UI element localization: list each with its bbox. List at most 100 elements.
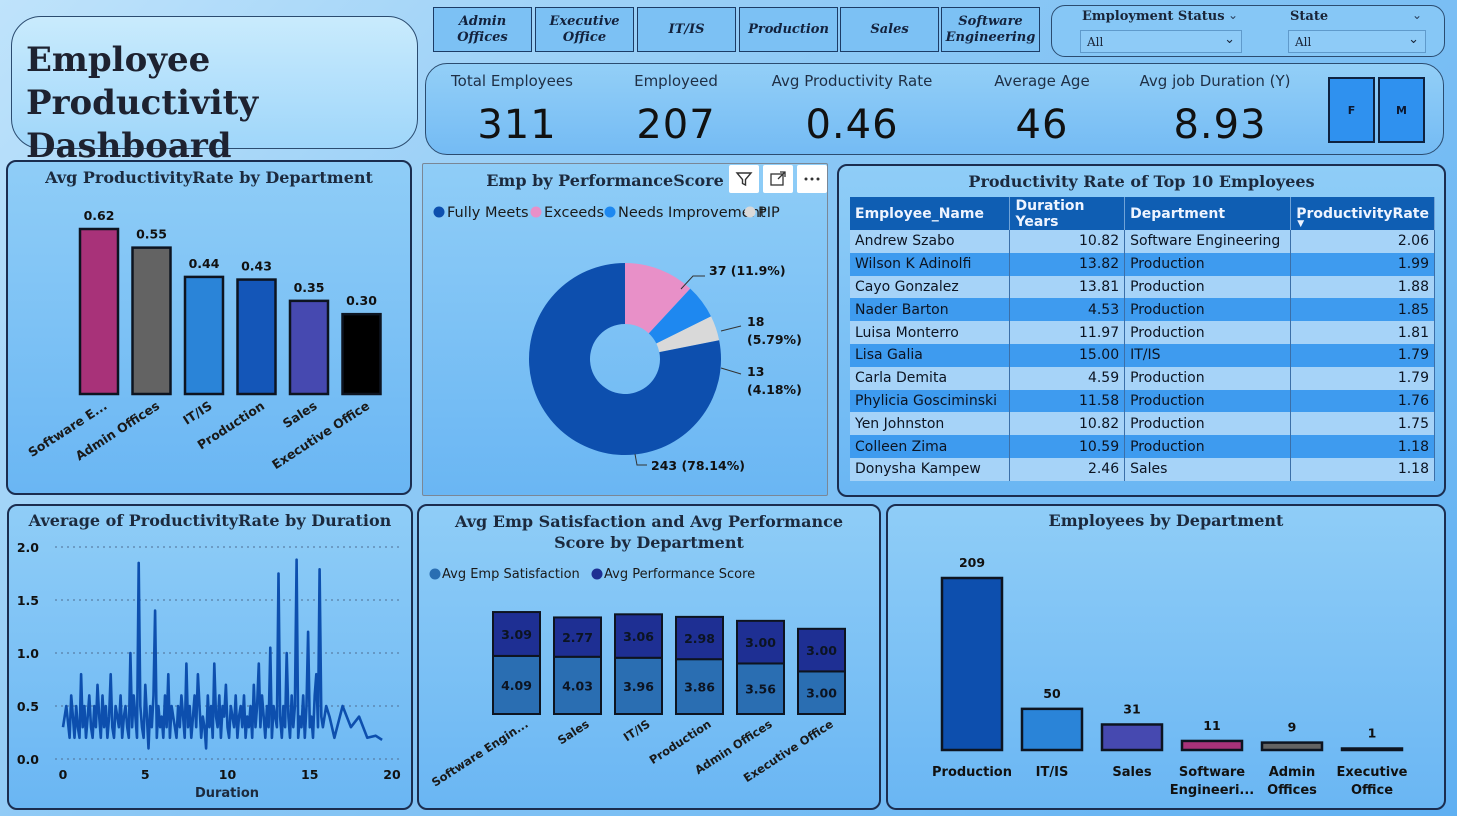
legend-marker — [429, 568, 441, 580]
slice-label: (5.79%) — [747, 332, 802, 347]
state-select[interactable]: All ⌄ — [1288, 30, 1426, 53]
chevron-down-icon[interactable]: ⌄ — [1228, 8, 1238, 22]
col-header-duration[interactable]: Duration Years — [1009, 197, 1126, 230]
cell-productivity: 1.79 — [1290, 343, 1435, 367]
data-label: 0.35 — [294, 280, 325, 295]
cell-productivity: 1.18 — [1290, 435, 1435, 458]
data-label: 4.09 — [501, 678, 532, 693]
kpi-value-total-employees: 311 — [477, 102, 557, 148]
table-row[interactable]: Nader Barton 4.53 Production 1.85 — [850, 298, 1435, 322]
table-row[interactable]: Donysha Kampew 2.46 Sales 1.18 — [850, 457, 1435, 481]
table-row[interactable]: Yen Johnston 10.82 Production 1.75 — [850, 412, 1435, 436]
focus-mode-icon[interactable] — [763, 165, 793, 193]
cell-department: Production — [1124, 298, 1292, 322]
y-tick-label: 0.5 — [17, 699, 39, 714]
legend-marker — [744, 206, 756, 218]
cell-employee-name: Colleen Zima — [850, 435, 1011, 458]
category-label: Office — [1351, 783, 1393, 798]
cell-productivity: 2.06 — [1290, 230, 1435, 253]
category-label: Software Engin... — [429, 717, 531, 790]
chart-title: Avg ProductivityRate by Department — [45, 168, 373, 187]
category-label: Engineeri... — [1170, 783, 1254, 798]
table-row[interactable]: Colleen Zima 10.59 Production 1.18 — [850, 435, 1435, 458]
data-label: 3.09 — [501, 627, 532, 642]
slicer-executive-office[interactable]: Executive Office — [535, 7, 634, 52]
employment-status-label: Employment Status — [1082, 9, 1225, 24]
data-label: 50 — [1043, 686, 1061, 701]
col-header-productivity[interactable]: ProductivityRate ▼ — [1290, 197, 1435, 230]
cell-employee-name: Luisa Monterro — [850, 321, 1011, 344]
data-label: 11 — [1203, 718, 1220, 733]
cell-employee-name: Andrew Szabo — [850, 230, 1011, 253]
top10-table: Employee_Name Duration Years Department … — [850, 197, 1435, 481]
category-label: Production — [932, 765, 1012, 780]
avg-productivity-by-dept-panel: Avg ProductivityRate by Department 0.62 S… — [6, 160, 412, 495]
bar — [341, 312, 382, 396]
table-row[interactable]: Phylicia Gosciminski 11.58 Production 1.76 — [850, 389, 1435, 413]
category-label: Sales — [280, 398, 320, 431]
state-value: All — [1295, 35, 1312, 49]
bar — [1100, 723, 1164, 752]
table-row[interactable]: Cayo Gonzalez 13.81 Production 1.88 — [850, 275, 1435, 299]
cell-duration: 11.97 — [1009, 321, 1126, 344]
data-label: 3.00 — [745, 635, 776, 650]
data-label: 0.43 — [241, 259, 272, 274]
cell-employee-name: Yen Johnston — [850, 412, 1011, 436]
legend-marker — [604, 206, 616, 218]
bar — [1340, 747, 1404, 752]
table-row[interactable]: Wilson K Adinolfi 13.82 Production 1.99 — [850, 252, 1435, 276]
slicer-sales[interactable]: Sales — [840, 7, 939, 52]
cell-department: Software Engineering — [1124, 230, 1292, 253]
col-header-productivity-label: ProductivityRate — [1296, 205, 1429, 222]
chart-title: Avg Emp Satisfaction and Avg Performance… — [454, 512, 844, 552]
slicer-it-is[interactable]: IT/IS — [637, 7, 736, 52]
gender-male-button[interactable]: M — [1378, 77, 1425, 143]
cell-employee-name: Carla Demita — [850, 366, 1011, 390]
cell-productivity: 1.88 — [1290, 275, 1435, 299]
state-label: State — [1290, 9, 1329, 24]
cell-duration: 4.53 — [1009, 298, 1126, 322]
filter-icon[interactable] — [729, 165, 759, 193]
cell-employee-name: Cayo Gonzalez — [850, 275, 1011, 299]
col-header-name[interactable]: Employee_Name — [850, 197, 1011, 230]
chevron-down-icon[interactable]: ⌄ — [1412, 8, 1422, 22]
y-tick-label: 1.5 — [17, 593, 39, 608]
slicer-admin-offices[interactable]: Admin Offices — [433, 7, 532, 52]
slicer-production[interactable]: Production — [739, 7, 838, 52]
category-label: IT/IS — [621, 717, 653, 744]
cell-duration: 11.58 — [1009, 389, 1126, 413]
legend-marker — [591, 568, 603, 580]
legend-marker — [530, 206, 542, 218]
cell-employee-name: Lisa Galia — [850, 343, 1011, 367]
legend-label: Avg Emp Satisfaction — [442, 567, 580, 582]
table-row[interactable]: Carla Demita 4.59 Production 1.79 — [850, 366, 1435, 390]
sort-desc-icon: ▼ — [1297, 219, 1305, 229]
data-label: 0.30 — [346, 293, 377, 308]
dashboard-title: Employee Productivity Dashboard — [26, 40, 259, 166]
employment-status-select[interactable]: All ⌄ — [1080, 30, 1242, 53]
category-label: Admin — [1269, 765, 1316, 780]
gender-female-button[interactable]: F — [1328, 77, 1375, 143]
cell-department: Production — [1124, 435, 1292, 458]
data-label: 0.55 — [136, 227, 167, 242]
kpi-label-avg-job-duration: Avg job Duration (Y) — [1139, 72, 1291, 90]
table-header-row: Employee_Name Duration Years Department … — [850, 197, 1435, 230]
cell-productivity: 1.76 — [1290, 389, 1435, 413]
y-tick-label: 2.0 — [17, 540, 39, 555]
table-row[interactable]: Lisa Galia 15.00 IT/IS 1.79 — [850, 343, 1435, 367]
table-row[interactable]: Luisa Monterro 11.97 Production 1.81 — [850, 321, 1435, 344]
x-tick-label: 10 — [219, 767, 237, 782]
more-options-icon[interactable] — [797, 165, 827, 193]
data-label: 3.06 — [623, 629, 654, 644]
legend-label: Exceeds — [544, 205, 604, 221]
col-header-department[interactable]: Department — [1124, 197, 1292, 230]
legend-label: Needs Improvement — [618, 205, 766, 221]
cell-duration: 4.59 — [1009, 366, 1126, 390]
data-label: 2.77 — [562, 630, 593, 645]
slicer-software-engineering[interactable]: Software Engineering — [941, 7, 1040, 52]
table-row[interactable]: Andrew Szabo 10.82 Software Engineering 2.0… — [850, 230, 1435, 253]
slice-label: 13 — [747, 364, 764, 379]
x-tick-label: 0 — [59, 767, 68, 782]
cell-employee-name: Donysha Kampew — [850, 457, 1011, 481]
cell-employee-name: Nader Barton — [850, 298, 1011, 322]
